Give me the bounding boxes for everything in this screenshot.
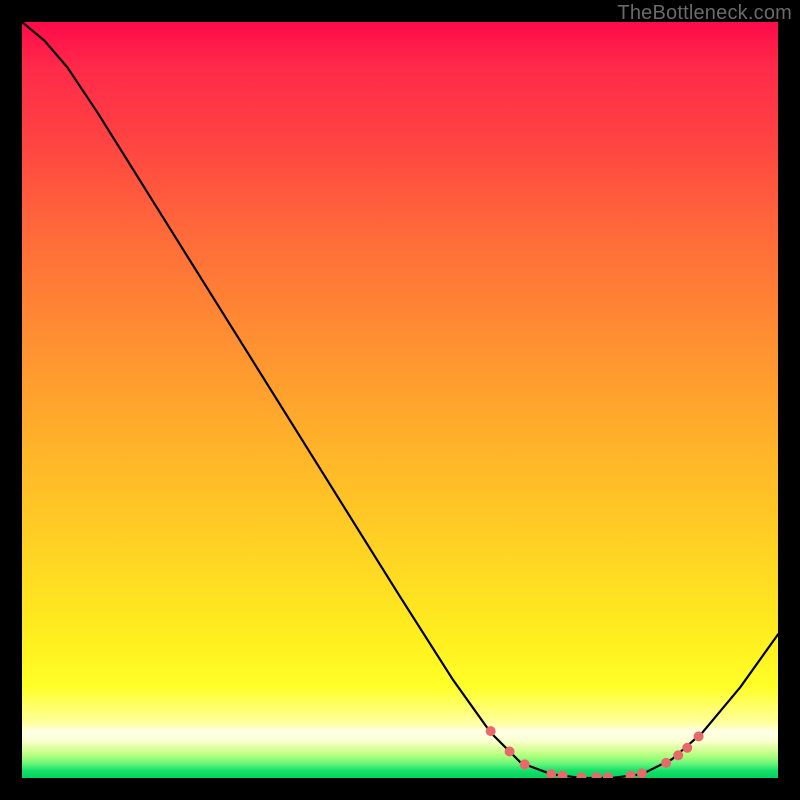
- chart-curve: [22, 22, 778, 778]
- chart-marker: [486, 726, 496, 736]
- chart-marker: [626, 771, 636, 778]
- watermark-text: TheBottleneck.com: [617, 2, 792, 25]
- chart-marker: [558, 771, 568, 778]
- chart-marker: [637, 769, 647, 779]
- chart-marker: [576, 772, 586, 778]
- chart-marker: [603, 772, 613, 778]
- chart-frame: TheBottleneck.com: [0, 0, 800, 800]
- chart-markers: [486, 726, 704, 778]
- plot-area: [22, 22, 778, 778]
- chart-marker: [592, 772, 602, 778]
- chart-marker: [694, 731, 704, 741]
- chart-overlay: [22, 22, 778, 778]
- chart-marker: [661, 758, 671, 768]
- chart-marker: [682, 743, 692, 753]
- chart-marker: [520, 759, 530, 769]
- chart-marker: [673, 750, 683, 760]
- chart-marker: [546, 769, 556, 778]
- chart-marker: [505, 747, 515, 757]
